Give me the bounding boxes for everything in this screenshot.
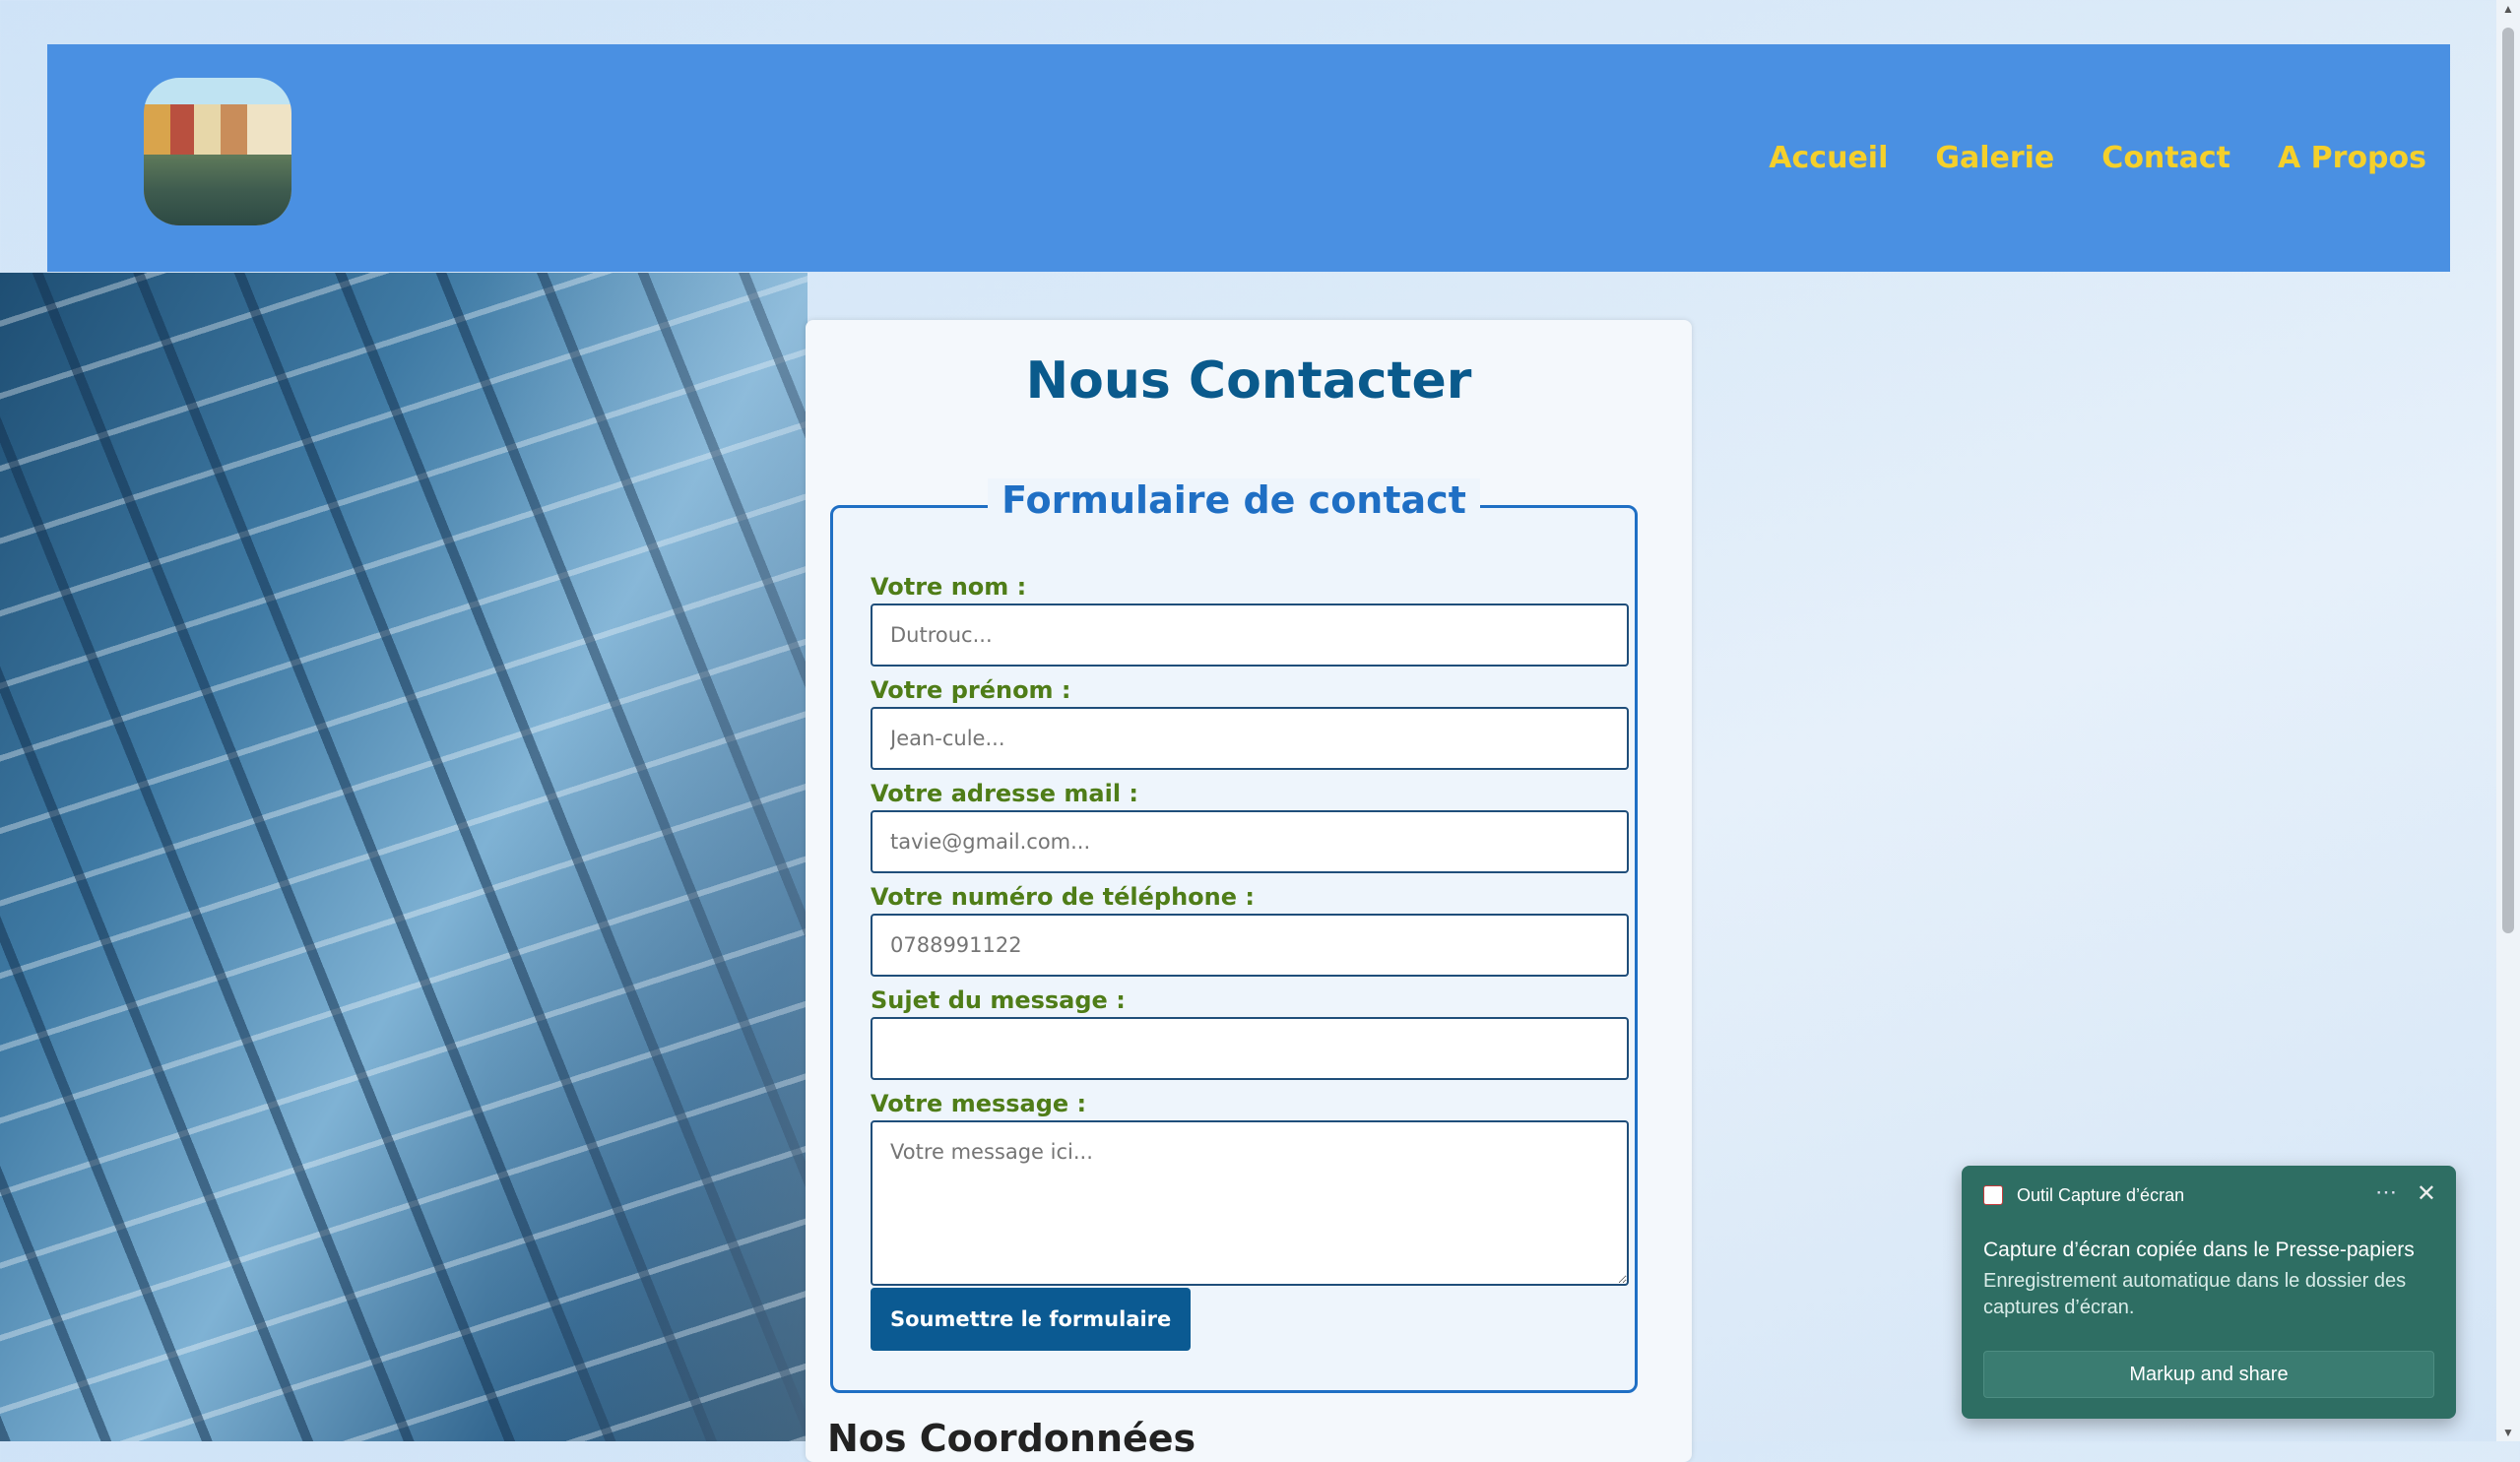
- site-logo[interactable]: [144, 78, 291, 225]
- scrollbar-thumb[interactable]: [2502, 28, 2514, 933]
- prenom-input[interactable]: [871, 707, 1629, 770]
- field-label: Votre prénom :: [871, 676, 1071, 704]
- sujet-input[interactable]: [871, 1017, 1629, 1080]
- field-sujet: Sujet du message :: [871, 986, 1633, 1080]
- site-header: Accueil Galerie Contact A Propos: [47, 44, 2450, 272]
- snipping-tool-icon: [1983, 1185, 2003, 1205]
- more-options-icon[interactable]: ⋯: [2375, 1179, 2397, 1205]
- field-label: Votre adresse mail :: [871, 780, 1138, 807]
- telephone-input[interactable]: [871, 914, 1629, 977]
- contact-card: Nous Contacter Formulaire de contact Vot…: [806, 320, 1692, 1462]
- field-nom: Votre nom :: [871, 573, 1633, 667]
- field-email: Votre adresse mail :: [871, 780, 1633, 873]
- field-message: Votre message :: [871, 1090, 1633, 1286]
- close-icon[interactable]: ✕: [2417, 1179, 2436, 1208]
- nav-link-contact[interactable]: Contact: [2101, 141, 2230, 175]
- field-label: Votre nom :: [871, 573, 1027, 601]
- toast-body: Enregistrement automatique dans le dossi…: [1983, 1270, 2407, 1318]
- form-legend-text: Formulaire de contact: [988, 478, 1480, 522]
- toast-app-name: Outil Capture d’écran: [2017, 1185, 2185, 1205]
- nom-input[interactable]: [871, 604, 1629, 667]
- nav-link-accueil[interactable]: Accueil: [1769, 141, 1888, 175]
- background-photo: [0, 273, 808, 1441]
- message-textarea[interactable]: [871, 1120, 1629, 1286]
- submit-button[interactable]: Soumettre le formulaire: [871, 1288, 1192, 1351]
- scroll-down-icon[interactable]: ▼: [2496, 1426, 2520, 1439]
- field-label: Votre message :: [871, 1090, 1087, 1117]
- nav-link-a-propos[interactable]: A Propos: [2278, 141, 2426, 175]
- contact-form: Formulaire de contact Votre nom : Votre …: [830, 478, 1638, 1393]
- main-nav: Accueil Galerie Contact A Propos: [1769, 141, 2426, 175]
- field-telephone: Votre numéro de téléphone :: [871, 883, 1633, 977]
- page-scrollbar[interactable]: ▲ ▼: [2496, 0, 2520, 1441]
- field-label: Sujet du message :: [871, 986, 1126, 1014]
- field-label: Votre numéro de téléphone :: [871, 883, 1255, 911]
- markup-and-share-button[interactable]: Markup and share: [1983, 1351, 2434, 1398]
- toast-title: Capture d’écran copiée dans le Presse-pa…: [1983, 1239, 2415, 1261]
- form-legend: Formulaire de contact: [833, 478, 1635, 522]
- email-input[interactable]: [871, 810, 1629, 873]
- screenshot-toast: Outil Capture d’écran ⋯ ✕ Capture d’écra…: [1962, 1166, 2456, 1419]
- field-prenom: Votre prénom :: [871, 676, 1633, 770]
- scroll-up-icon[interactable]: ▲: [2496, 2, 2520, 16]
- coordonnees-heading: Nos Coordonnées: [827, 1417, 1196, 1460]
- page-title: Nous Contacter: [1025, 351, 1472, 411]
- nav-link-galerie[interactable]: Galerie: [1935, 141, 2054, 175]
